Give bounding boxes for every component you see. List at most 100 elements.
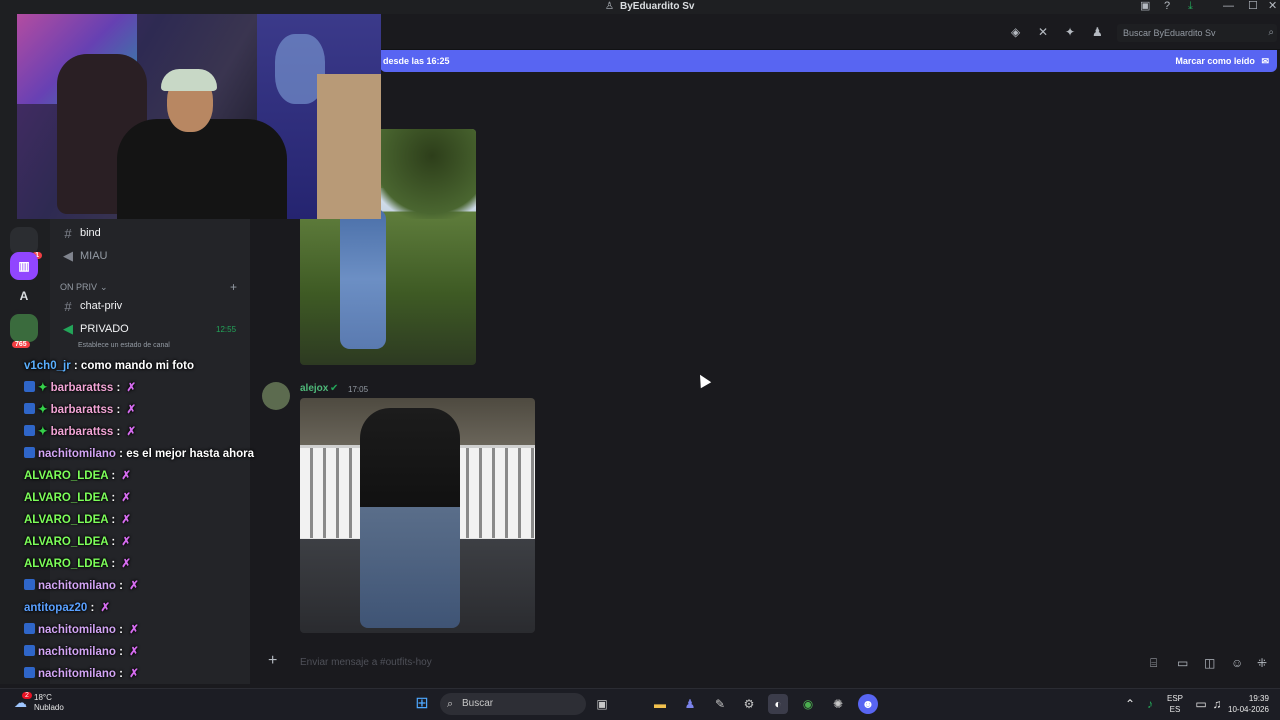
channel-bind[interactable]: # bind bbox=[60, 223, 101, 243]
search-icon: ⌕ bbox=[447, 698, 454, 710]
chat-line: ALVARO_LDEA : ✗ bbox=[24, 554, 131, 574]
search-input[interactable]: Buscar ByEduardito Sv ⌕ bbox=[1117, 24, 1277, 42]
new-messages-banner[interactable]: desde las 16:25 Marcar como leído ✉ bbox=[380, 50, 1277, 72]
chat-line: ALVARO_LDEA : ✗ bbox=[24, 466, 131, 486]
server-icon-notification[interactable]: 1 bbox=[10, 227, 42, 259]
obs-icon[interactable]: ◐ bbox=[768, 694, 788, 714]
weather-widget[interactable]: 18°C Nublado bbox=[34, 693, 64, 713]
channel-label: bind bbox=[80, 227, 101, 239]
members-icon[interactable]: ♟ bbox=[1092, 25, 1103, 39]
taskbar bbox=[0, 688, 1280, 720]
emote-icon: ✗ bbox=[121, 558, 131, 570]
chat-line: ✦ barbarattss : ✗ bbox=[24, 422, 136, 442]
close-button[interactable]: ✕ bbox=[1268, 0, 1277, 12]
hash-icon: # bbox=[64, 298, 72, 314]
microphone-icon[interactable]: ♪ bbox=[1140, 694, 1160, 714]
help-icon[interactable]: ? bbox=[1164, 0, 1170, 12]
chat-separator: : bbox=[108, 558, 119, 570]
chatgpt-icon[interactable]: ✺ bbox=[828, 694, 848, 714]
chat-username: ALVARO_LDEA bbox=[24, 470, 109, 482]
chat-badge-icon bbox=[24, 447, 35, 458]
webcam-overlay bbox=[17, 14, 381, 219]
threads-icon[interactable]: ◈ bbox=[1011, 25, 1020, 39]
maximize-button[interactable]: ☐ bbox=[1248, 0, 1258, 12]
sticker-icon[interactable]: ◫ bbox=[1204, 656, 1215, 670]
teams-icon[interactable]: ♟ bbox=[680, 694, 700, 714]
add-channel-icon[interactable]: + bbox=[230, 280, 237, 294]
chat-username: nachitomilano bbox=[38, 448, 116, 460]
steam-icon[interactable]: ⚙ bbox=[739, 694, 759, 714]
chat-line: nachitomilano : es el mejor hasta ahora bbox=[24, 444, 254, 464]
mute-notifications-icon[interactable]: ✕ bbox=[1038, 25, 1048, 39]
mark-as-read-button[interactable]: Marcar como leído ✉ bbox=[1175, 50, 1269, 72]
feather-app-icon[interactable]: ✎ bbox=[710, 694, 730, 714]
letter-server-icon[interactable]: A bbox=[10, 282, 38, 310]
chat-line: antitopaz20 : ✗ bbox=[24, 598, 110, 618]
system-clock[interactable]: 19:39 10-04-2026 bbox=[1228, 693, 1269, 715]
chrome-icon[interactable]: ◉ bbox=[798, 694, 818, 714]
language-indicator[interactable]: ESP ES bbox=[1167, 693, 1183, 715]
chat-username: nachitomilano bbox=[38, 624, 116, 636]
minimize-button[interactable]: — bbox=[1223, 0, 1234, 12]
chat-badge-icon bbox=[24, 403, 35, 414]
message-image-2[interactable] bbox=[300, 398, 535, 633]
download-icon[interactable]: ⤓ bbox=[1188, 0, 1193, 12]
chat-username: nachitomilano bbox=[38, 668, 116, 680]
chat-separator: : bbox=[115, 624, 127, 636]
category-label: ON PRIV bbox=[60, 282, 98, 292]
windows-start-icon[interactable]: ⊞ bbox=[412, 694, 432, 714]
pin-icon[interactable]: ✦ bbox=[1065, 25, 1075, 39]
taskbar-search[interactable]: ⌕ Buscar bbox=[440, 693, 586, 715]
chat-username: nachitomilano bbox=[38, 580, 116, 592]
sparkle-badge-icon: ✦ bbox=[38, 382, 48, 394]
voice-timer: 12:55 bbox=[216, 324, 237, 334]
channel-miau[interactable]: ◀ MIAU bbox=[60, 246, 108, 266]
weather-temp: 18°C bbox=[34, 693, 52, 702]
streamer-cap bbox=[161, 69, 217, 91]
emote-icon: ✗ bbox=[129, 646, 139, 658]
apps-icon[interactable]: ⁜ bbox=[1257, 656, 1267, 670]
emoji-icon[interactable]: ☺ bbox=[1231, 656, 1243, 670]
chat-separator: : bbox=[113, 426, 124, 438]
door bbox=[317, 74, 381, 219]
search-placeholder: Buscar ByEduardito Sv bbox=[1123, 28, 1216, 38]
file-explorer-icon[interactable]: ▬ bbox=[650, 694, 670, 714]
chat-separator: : bbox=[108, 470, 119, 482]
sparkle-badge-icon: ✦ bbox=[38, 426, 48, 438]
message-author[interactable]: alejox bbox=[300, 383, 328, 394]
chat-separator: : bbox=[115, 448, 127, 460]
inbox-icon[interactable]: ▣ bbox=[1140, 0, 1150, 12]
verified-icon: ✔ bbox=[330, 383, 339, 394]
emote-icon: ✗ bbox=[129, 580, 139, 592]
gif-icon[interactable]: ▭ bbox=[1177, 656, 1188, 670]
server-icon-badged[interactable]: 765 bbox=[10, 314, 38, 348]
channel-chat-priv[interactable]: # chat-priv bbox=[60, 296, 122, 316]
chat-separator: : bbox=[108, 536, 119, 548]
emote-icon: ✗ bbox=[129, 668, 139, 680]
discord-icon[interactable]: ☻ bbox=[858, 694, 878, 714]
window-title: ByEduardito Sv bbox=[620, 1, 695, 12]
channel-label: MIAU bbox=[80, 250, 108, 262]
emote-icon: ✗ bbox=[126, 382, 137, 394]
chat-line: nachitomilano : ✗ bbox=[24, 642, 139, 662]
tray-chevron-icon[interactable]: ⌃ bbox=[1120, 694, 1140, 714]
emote-icon: ✗ bbox=[126, 404, 137, 416]
chat-username: ALVARO_LDEA bbox=[24, 536, 109, 548]
category-on-priv[interactable]: ON PRIV ⌄ + bbox=[60, 277, 237, 297]
chat-separator: : bbox=[115, 646, 127, 658]
twitch-server-icon[interactable]: ▥ bbox=[10, 252, 38, 280]
stream-chat-overlay: v1ch0_jr : como mando mi foto ✦ barbaratts… bbox=[0, 348, 300, 684]
volume-icon[interactable]: ♫ bbox=[1207, 694, 1227, 714]
chat-line: nachitomilano : ✗ bbox=[24, 576, 139, 596]
chat-username: barbarattss bbox=[50, 382, 114, 394]
weather-desc: Nublado bbox=[34, 703, 64, 712]
clock-date: 10-04-2026 bbox=[1228, 705, 1269, 714]
gift-icon[interactable]: ⌸ bbox=[1150, 656, 1157, 671]
chat-badge-icon bbox=[24, 425, 35, 436]
emote-icon: ✗ bbox=[121, 492, 131, 504]
chat-line: ✦ barbarattss : ✗ bbox=[24, 378, 136, 398]
chat-username: v1ch0_jr bbox=[24, 360, 71, 372]
chat-username: barbarattss bbox=[50, 426, 114, 438]
message-input-placeholder: Enviar mensaje a #outfits-hoy bbox=[300, 657, 432, 668]
task-view-icon[interactable]: ▣ bbox=[592, 694, 612, 714]
